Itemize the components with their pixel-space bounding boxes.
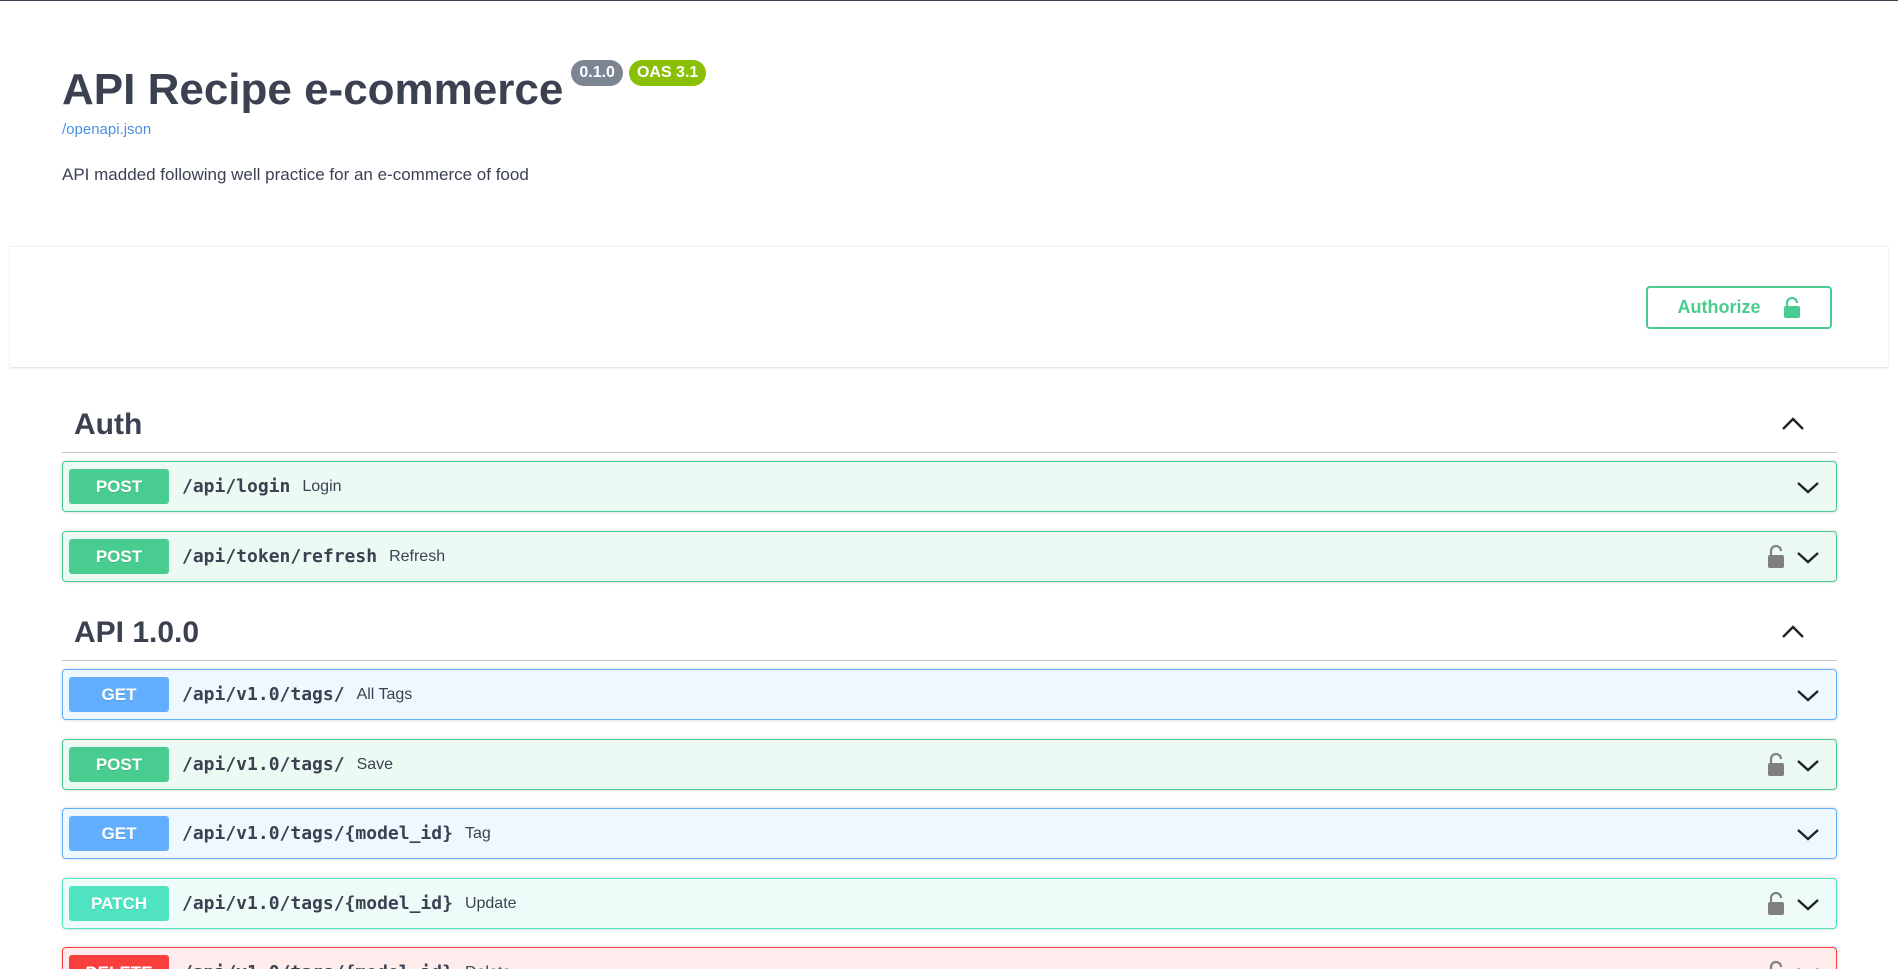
- tag-name: API 1.0.0: [74, 616, 200, 649]
- lock-icon[interactable]: [1766, 960, 1786, 969]
- chevron-down-icon[interactable]: [1796, 477, 1820, 497]
- tag-header[interactable]: API 1.0.0: [62, 606, 1837, 661]
- api-info: API Recipe e-commerce 0.1.0 OAS 3.1 /ope…: [62, 60, 707, 185]
- method-badge: GET: [69, 816, 169, 851]
- operation-summary: Delete: [465, 964, 511, 969]
- lock-icon[interactable]: [1766, 752, 1786, 778]
- method-badge: GET: [69, 677, 169, 712]
- tag-collapse-toggle[interactable]: [1781, 414, 1809, 436]
- tag-header[interactable]: Auth: [62, 398, 1837, 453]
- operation-path: /api/v1.0/tags/: [182, 684, 345, 705]
- operation-post[interactable]: POST/api/token/refresh Refresh: [62, 531, 1837, 582]
- lock-button[interactable]: [1766, 891, 1786, 922]
- operation-summary: Tag: [464, 824, 491, 842]
- tag-section: API 1.0.0: [62, 606, 1837, 661]
- lock-button[interactable]: [1766, 960, 1786, 969]
- expand-toggle[interactable]: [1796, 477, 1820, 502]
- chevron-down-icon[interactable]: [1796, 685, 1820, 705]
- expand-toggle[interactable]: [1796, 685, 1820, 710]
- tag-name: Auth: [74, 408, 143, 441]
- operation-path: /api/v1.0/tags/{model_id}: [182, 823, 453, 844]
- expand-toggle[interactable]: [1796, 963, 1820, 969]
- operation-get[interactable]: GET/api/v1.0/tags/All Tags: [62, 669, 1837, 720]
- expand-toggle[interactable]: [1796, 755, 1820, 780]
- chevron-up-icon[interactable]: [1781, 414, 1805, 434]
- operation-path: /api/token/refresh: [182, 546, 378, 567]
- operation-path: /api/v1.0/tags/{model_id}: [182, 962, 453, 969]
- authorize-button[interactable]: Authorize: [1646, 286, 1832, 329]
- oas-badge: OAS 3.1: [628, 60, 707, 86]
- operation-get[interactable]: GET/api/v1.0/tags/{model_id} Tag: [62, 808, 1837, 859]
- operation-summary: Refresh: [389, 547, 446, 565]
- method-badge: POST: [69, 539, 169, 574]
- operation-summary: Update: [464, 894, 517, 912]
- title-row: API Recipe e-commerce 0.1.0 OAS 3.1: [62, 60, 707, 114]
- operation-delete[interactable]: DELETE/api/v1.0/tags/{model_id} Delete: [62, 947, 1837, 969]
- operation-post[interactable]: POST/api/login Login: [62, 461, 1837, 512]
- swagger-ui-page: API Recipe e-commerce 0.1.0 OAS 3.1 /ope…: [0, 0, 1898, 969]
- method-badge: POST: [69, 747, 169, 782]
- operation-path: /api/login: [182, 476, 291, 497]
- operation-post[interactable]: POST/api/v1.0/tags/Save: [62, 739, 1837, 790]
- method-badge: DELETE: [69, 955, 169, 969]
- authorize-label: Authorize: [1677, 297, 1761, 317]
- operation-path: /api/v1.0/tags/{model_id}: [182, 893, 453, 914]
- operation-path: /api/v1.0/tags/: [182, 754, 345, 775]
- openapi-json-link[interactable]: /openapi.json: [62, 121, 706, 138]
- unlock-icon: [1783, 296, 1800, 318]
- lock-icon[interactable]: [1766, 544, 1786, 570]
- tag-collapse-toggle[interactable]: [1781, 622, 1809, 644]
- lock-button[interactable]: [1766, 544, 1786, 575]
- api-title: API Recipe e-commerce: [62, 65, 564, 114]
- scheme-container: Authorize: [10, 246, 1888, 367]
- expand-toggle[interactable]: [1796, 894, 1820, 919]
- chevron-down-icon[interactable]: [1796, 547, 1820, 567]
- operation-patch[interactable]: PATCH/api/v1.0/tags/{model_id} Update: [62, 878, 1837, 929]
- expand-toggle[interactable]: [1796, 824, 1820, 849]
- chevron-down-icon[interactable]: [1796, 755, 1820, 775]
- operation-summary: Login: [302, 477, 342, 495]
- lock-icon[interactable]: [1766, 891, 1786, 917]
- operation-summary: All Tags: [356, 685, 413, 703]
- top-border: [0, 0, 1898, 1]
- version-badge: 0.1.0: [571, 60, 623, 86]
- chevron-down-icon[interactable]: [1796, 824, 1820, 844]
- chevron-down-icon[interactable]: [1796, 894, 1820, 914]
- operation-summary: Save: [356, 755, 394, 773]
- tag-section: Auth: [62, 398, 1837, 453]
- chevron-up-icon[interactable]: [1781, 622, 1805, 642]
- method-badge: PATCH: [69, 886, 169, 921]
- expand-toggle[interactable]: [1796, 547, 1820, 572]
- chevron-down-icon[interactable]: [1796, 963, 1820, 969]
- lock-button[interactable]: [1766, 752, 1786, 783]
- method-badge: POST: [69, 469, 169, 504]
- api-description: API madded following well practice for a…: [62, 165, 529, 184]
